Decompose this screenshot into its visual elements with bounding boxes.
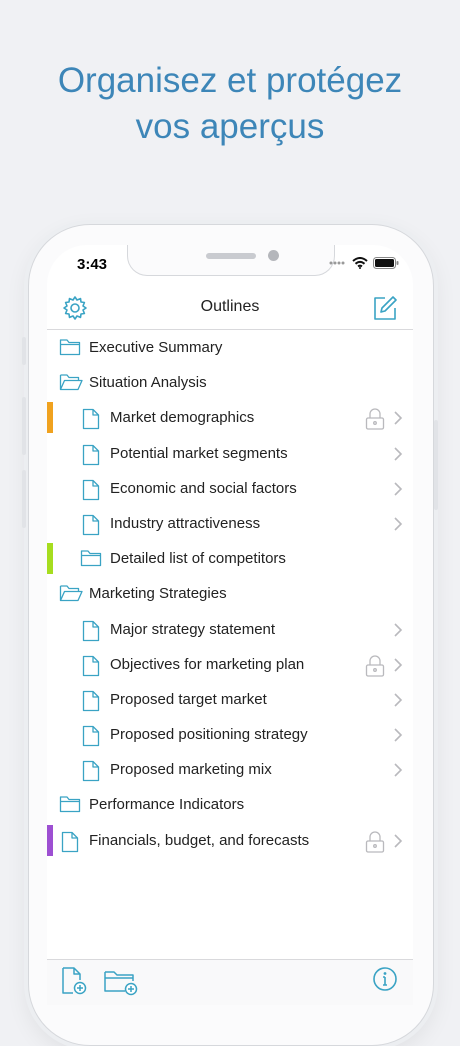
chevron-right-icon [393,762,403,783]
outline-row-label: Industry attractiveness [110,514,261,532]
chevron-right-icon [393,657,403,678]
compose-icon [374,296,397,320]
folder-icon [80,549,102,572]
outline-row[interactable]: Proposed marketing mix [47,752,413,787]
outline-row[interactable]: Performance Indicators [47,787,413,822]
phone-volume-down [22,470,26,528]
document-icon [82,444,100,471]
outline-row-label: Economic and social factors [110,479,297,497]
info-button[interactable] [372,966,398,997]
outline-row[interactable]: Marketing Strategies [47,576,413,611]
folder-open-icon [59,373,83,396]
chevron-right-icon [393,446,403,467]
new-document-icon [62,967,87,995]
color-label-marker [47,824,53,856]
outline-list: Executive Summary Situation Analysis Marke… [47,330,413,858]
outline-row-label: Potential market segments [110,444,288,462]
outline-row[interactable]: Proposed positioning strategy [47,717,413,752]
status-icons [329,257,399,269]
chevron-right-icon [393,692,403,713]
document-icon [82,760,100,787]
outline-row[interactable]: Objectives for marketing plan [47,647,413,682]
outline-row-label: Situation Analysis [89,374,207,392]
outline-row[interactable]: Proposed target market [47,682,413,717]
headline: Organisez et protégez vos aperçus [0,58,460,150]
new-folder-icon [104,971,138,996]
chevron-right-icon [393,516,403,537]
signal-icon [329,261,345,265]
speaker [206,253,256,259]
document-icon [82,514,100,541]
info-icon [373,967,397,991]
phone-power-button [434,420,438,510]
chevron-right-icon [393,481,403,502]
notch [127,245,335,276]
folder-icon [59,338,81,361]
headline-line-2: vos aperçus [135,107,325,146]
outline-row-label: Market demographics [110,409,255,427]
camera [268,250,279,261]
color-label-marker [47,543,53,575]
outline-row[interactable]: Economic and social factors [47,471,413,506]
folder-open-icon [59,584,83,607]
chevron-right-icon [393,833,403,854]
app-screen: 3:43 Outlines Executive Summary Situatio… [47,245,413,1005]
document-icon [82,725,100,752]
status-time: 3:43 [77,256,108,273]
document-icon [82,408,100,435]
outline-row[interactable]: Situation Analysis [47,365,413,400]
outline-row[interactable]: Market demographics [47,400,413,435]
outline-row[interactable]: Detailed list of competitors [47,541,413,576]
wifi-icon [352,257,368,269]
lock-icon [365,408,385,435]
document-icon [82,690,100,717]
folder-icon [59,795,81,818]
bottom-toolbar [47,959,413,1005]
document-icon [61,831,79,858]
outline-row[interactable]: Major strategy statement [47,612,413,647]
outline-row-label: Performance Indicators [89,796,245,814]
outline-row[interactable]: Industry attractiveness [47,506,413,541]
nav-title: Outlines [200,298,260,315]
phone-mute-switch [22,337,26,365]
outline-row-label: Proposed positioning strategy [110,726,308,744]
color-label-marker [47,402,53,434]
outline-row-label: Objectives for marketing plan [110,655,305,673]
compose-button[interactable] [371,294,399,327]
headline-line-1: Organisez et protégez [57,61,403,100]
document-icon [82,479,100,506]
chevron-right-icon [393,727,403,748]
document-icon [82,620,100,647]
document-icon [82,655,100,682]
outline-row[interactable]: Executive Summary [47,330,413,365]
lock-icon [365,831,385,858]
outline-row-label: Marketing Strategies [89,585,227,603]
outline-row-label: Financials, budget, and forecasts [89,831,310,849]
outline-row-label: Major strategy statement [110,620,276,638]
phone-volume-up [22,397,26,455]
outline-row-label: Detailed list of competitors [110,550,286,568]
battery-icon [373,257,399,269]
outline-row-label: Executive Summary [89,339,223,356]
outline-row-label: Proposed marketing mix [110,761,272,779]
outline-row[interactable]: Potential market segments [47,436,413,471]
chevron-right-icon [393,410,403,431]
nav-bar: Outlines [47,285,413,330]
chevron-right-icon [393,622,403,643]
outline-row-label: Proposed target market [110,690,267,708]
lock-icon [365,655,385,682]
outline-row[interactable]: Financials, budget, and forecasts [47,823,413,858]
